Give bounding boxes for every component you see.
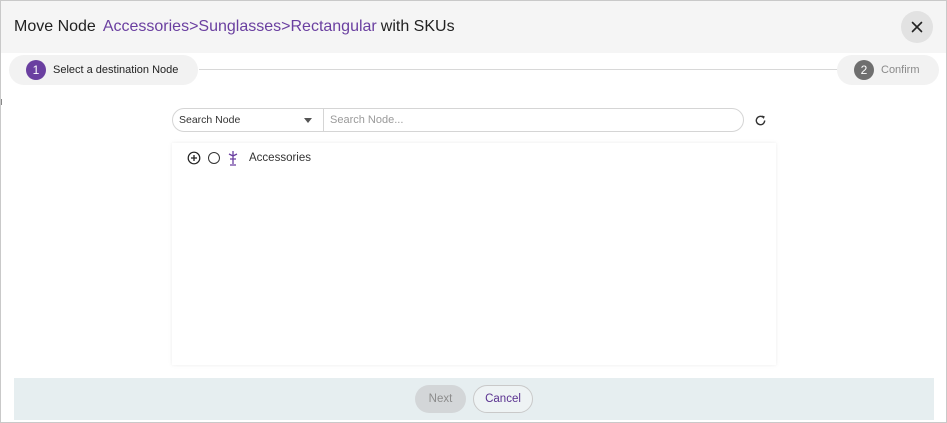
step-select-destination: 1 Select a destination Node <box>9 55 198 85</box>
tree-node-label[interactable]: Accessories <box>249 152 311 164</box>
dialog-title: Move Node Accessories>Sunglasses>Rectangu… <box>14 17 455 37</box>
stepper-line <box>199 69 839 70</box>
next-button[interactable]: Next <box>415 385 466 413</box>
title-suffix: with SKUs <box>380 18 455 35</box>
edge-tick <box>1 99 4 105</box>
step-confirm: 2 Confirm <box>837 55 939 85</box>
title-node-path: Accessories>Sunglasses>Rectangular <box>102 18 377 35</box>
plus-circle-icon[interactable] <box>187 151 201 165</box>
title-prefix: Move Node <box>14 18 96 35</box>
chevron-down-icon <box>304 118 312 123</box>
step-number: 1 <box>26 60 46 80</box>
node-tree: Accessories <box>172 143 776 365</box>
search-type-value: Search Node <box>179 114 241 126</box>
dialog-header: Move Node Accessories>Sunglasses>Rectangu… <box>1 1 946 53</box>
step-number: 2 <box>854 60 874 80</box>
search-input[interactable] <box>324 109 743 131</box>
tree-node-accessories: Accessories <box>187 150 311 166</box>
node-branch-icon <box>227 150 239 166</box>
stepper: 1 Select a destination Node 2 Confirm <box>1 53 946 87</box>
close-icon <box>911 21 923 33</box>
search-bar: Search Node <box>172 108 744 132</box>
close-button[interactable] <box>901 11 933 43</box>
search-type-select[interactable]: Search Node <box>173 109 324 131</box>
refresh-icon <box>755 114 765 125</box>
step-label: Select a destination Node <box>53 64 179 76</box>
refresh-button[interactable] <box>752 112 768 128</box>
cancel-button[interactable]: Cancel <box>473 385 533 413</box>
node-radio[interactable] <box>208 152 220 164</box>
dialog-footer: Next Cancel <box>14 378 934 420</box>
step-label: Confirm <box>881 64 920 76</box>
move-node-dialog: Move Node Accessories>Sunglasses>Rectangu… <box>0 0 947 423</box>
